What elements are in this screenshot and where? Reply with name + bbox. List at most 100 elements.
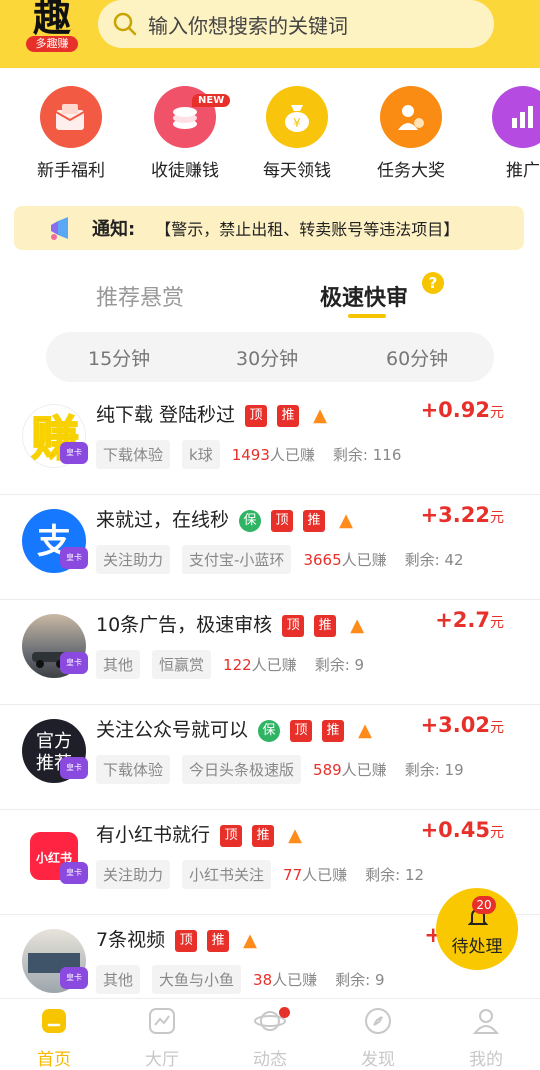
quick-item-reward[interactable]: 任务大奖 — [356, 86, 466, 181]
tab-label: 首页 — [37, 1050, 71, 1070]
quick-label: 收徒赚钱 — [151, 161, 219, 181]
task-meta: 关注助力 小红书关注 77 人已赚 剩余: 12 — [96, 860, 424, 889]
task-title-line: 有小红书就行顶推 ▲ — [96, 820, 306, 847]
remain-label: 剩余: — [332, 446, 368, 464]
header: 趣 多趣赚 输入你想搜索的关键词 — [0, 0, 540, 68]
quick-item-promote[interactable]: 推广 — [468, 86, 540, 181]
tab-profile[interactable]: 我的 — [432, 1007, 540, 1070]
user-icon — [472, 1009, 500, 1034]
tab-label: 发现 — [361, 1050, 395, 1070]
quick-item-daily[interactable]: ¥ 每天领钱 — [242, 86, 352, 181]
remain-label: 剩余: — [365, 866, 401, 884]
quick-menu: 新手福利 NEW 收徒赚钱 ¥ 每天领钱 任务大奖 推广 — [0, 80, 540, 190]
remain-label: 剩余: — [404, 551, 440, 569]
price-value: +0.45 — [420, 818, 490, 842]
hall-icon — [149, 1008, 175, 1034]
avatar-text: 官方 — [36, 731, 72, 752]
tab-label: 动态 — [253, 1050, 287, 1070]
compass-icon — [365, 1008, 391, 1034]
new-badge: NEW — [192, 94, 231, 107]
task-row[interactable]: 支 皇卡 来就过，在线秒保顶推 ▲ +3.22元 关注助力 支付宝-小蓝环 366… — [0, 495, 540, 600]
logo-text: 趣 — [32, 0, 71, 40]
top-tag: 顶 — [175, 929, 198, 952]
fast-badge-icon: ▲ — [313, 404, 327, 426]
app-logo[interactable]: 趣 多趣赚 — [22, 0, 82, 56]
notice-message: 【警示，禁止出租、转卖账号等违法项目】 — [155, 220, 460, 239]
tab-feed[interactable]: 动态 — [216, 1007, 324, 1070]
home-icon — [42, 1009, 66, 1033]
project-chip: 今日头条极速版 — [182, 755, 302, 784]
task-title-line: 10条广告，极速审核顶推 ▲ — [96, 610, 368, 637]
recommend-tag: 推 — [207, 929, 230, 952]
svg-text:¥: ¥ — [293, 116, 301, 130]
task-price: +2.7元 — [435, 608, 504, 632]
fast-badge-icon: ▲ — [350, 614, 365, 636]
earned-count: 1493 — [231, 445, 270, 464]
quick-label: 推广 — [506, 161, 540, 181]
task-price: +3.22元 — [421, 503, 504, 527]
task-row[interactable]: 官方 推荐 皇卡 关注公众号就可以保顶推 ▲ +3.02元 下载体验 今日头条极速版… — [0, 705, 540, 810]
money-bag-icon: ¥ — [266, 86, 328, 148]
quick-item-recruit[interactable]: NEW 收徒赚钱 — [130, 86, 240, 181]
task-meta: 下载体验 今日头条极速版 589 人已赚 剩余: 19 — [96, 755, 464, 784]
task-meta: 其他 恒赢赏 122 人已赚 剩余: 9 — [96, 650, 364, 679]
task-row[interactable]: 皇卡 10条广告，极速审核顶推 ▲ +2.7元 其他 恒赢赏 122 人已赚 剩余:… — [0, 600, 540, 705]
earned-suffix: 人已赚 — [269, 446, 315, 464]
notice-bar[interactable]: 通知: 【警示，禁止出租、转卖账号等违法项目】 — [14, 206, 524, 250]
tab-hall[interactable]: 大厅 — [108, 1007, 216, 1070]
quick-label: 新手福利 — [37, 161, 105, 181]
tab-fast-review[interactable]: 极速快审 — [320, 280, 408, 312]
earned-count: 122 — [223, 655, 252, 674]
notice-label: 通知: — [92, 219, 136, 240]
top-tag: 顶 — [282, 614, 305, 637]
filter-30min[interactable]: 30分钟 — [236, 344, 298, 371]
earned-count: 38 — [253, 970, 273, 989]
search-bar[interactable]: 输入你想搜索的关键词 — [98, 0, 494, 48]
crown-badge: 皇卡 — [60, 442, 88, 464]
task-price: +0.92元 — [421, 398, 504, 422]
task-price: +3.02元 — [421, 713, 504, 737]
earned-suffix: 人已赚 — [302, 866, 348, 884]
notification-dot — [279, 1007, 290, 1018]
recommend-tag: 推 — [303, 509, 326, 532]
fast-badge-icon: ▲ — [358, 719, 372, 741]
crown-badge: 皇卡 — [60, 862, 88, 884]
recommend-tag: 推 — [314, 614, 337, 637]
task-title-line: 来就过，在线秒保顶推 ▲ — [96, 505, 357, 532]
project-chip: 支付宝-小蓝环 — [182, 545, 292, 574]
earned-suffix: 人已赚 — [251, 656, 297, 674]
task-row[interactable]: 赚 皇卡 纯下载 登陆秒过顶推 ▲ +0.92元 下载体验 k球 1493 人已赚 … — [0, 390, 540, 495]
task-title-line: 纯下载 登陆秒过顶推 ▲ — [96, 400, 331, 427]
task-title-line: 7条视频顶推 ▲ — [96, 925, 261, 952]
remain-value: 42 — [444, 550, 464, 569]
category-chip: 下载体验 — [96, 755, 171, 784]
tab-discover[interactable]: 发现 — [324, 1007, 432, 1070]
remain-label: 剩余: — [314, 656, 350, 674]
task-price: +0.45元 — [421, 818, 504, 842]
price-unit: 元 — [490, 825, 504, 841]
pending-count: 20 — [472, 896, 496, 914]
filter-60min[interactable]: 60分钟 — [386, 344, 448, 371]
pending-button[interactable]: 20 待处理 — [436, 888, 518, 970]
earned-count: 77 — [283, 865, 303, 884]
price-unit: 元 — [490, 720, 504, 736]
category-chip: 关注助力 — [96, 545, 171, 574]
task-title: 10条广告，极速审核 — [96, 614, 273, 636]
recommend-tag: 推 — [252, 824, 275, 847]
tab-home[interactable]: 首页 — [0, 1007, 108, 1070]
earned-suffix: 人已赚 — [341, 761, 387, 779]
task-title: 7条视频 — [96, 929, 166, 951]
top-tag: 顶 — [245, 404, 268, 427]
tab-recommended[interactable]: 推荐悬赏 — [96, 280, 184, 312]
earned-count: 3665 — [303, 550, 342, 569]
help-icon[interactable]: ? — [422, 272, 444, 294]
task-meta: 其他 大鱼与小鱼 38 人已赚 剩余: 9 — [96, 965, 385, 994]
crown-badge: 皇卡 — [60, 757, 88, 779]
quick-item-newbie[interactable]: 新手福利 — [16, 86, 126, 181]
filter-15min[interactable]: 15分钟 — [88, 344, 150, 371]
top-tag: 顶 — [271, 509, 294, 532]
recommend-tag: 推 — [322, 719, 345, 742]
task-title: 有小红书就行 — [96, 824, 211, 846]
category-chip: 下载体验 — [96, 440, 171, 469]
price-value: +2.7 — [435, 608, 490, 632]
